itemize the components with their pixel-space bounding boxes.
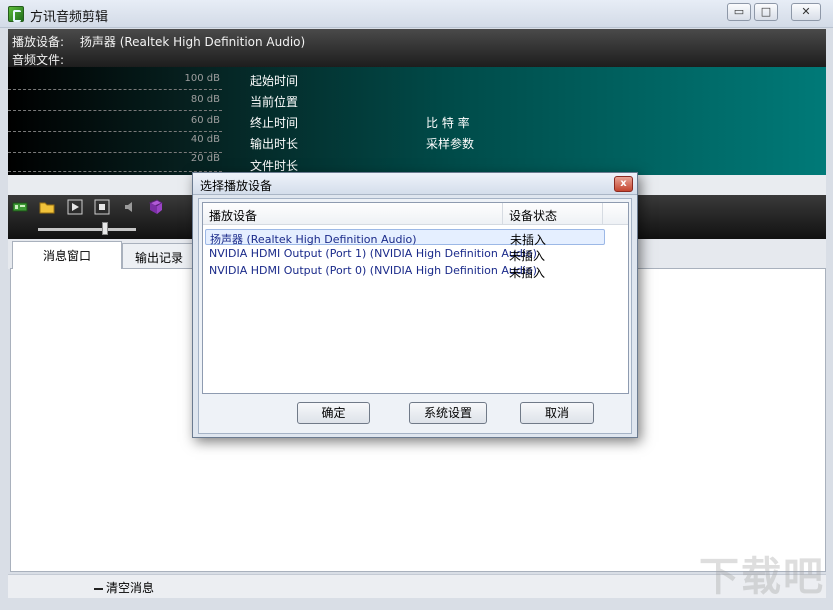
play-icon[interactable] [67,199,83,215]
sample-params-label: 采样参数 [426,137,475,151]
device-list-header: 播放设备 设备状态 [203,203,628,225]
column-status[interactable]: 设备状态 [509,207,557,224]
device-list[interactable]: 播放设备 设备状态 扬声器 (Realtek High Definition A… [202,202,629,394]
db-label: 20 dB [190,153,220,164]
device-name: NVIDIA HDMI Output (Port 0) (NVIDIA High… [209,264,537,277]
device-status: 未插入 [509,266,546,280]
device-row[interactable]: NVIDIA HDMI Output (Port 0) (NVIDIA High… [205,263,605,280]
select-device-dialog: 选择播放设备 x 播放设备 设备状态 扬声器 (Realtek High Def… [192,172,638,438]
device-icon[interactable] [12,199,28,215]
stop-icon[interactable] [94,199,110,215]
tab-output-log[interactable]: 输出记录 [122,243,202,269]
title-bar: 方讯音频剪辑 ▭ □ ✕ [0,0,833,28]
db-label: 40 dB [190,134,220,145]
start-time-label: 起始时间 [250,74,299,88]
cancel-button[interactable]: 取消 [520,402,594,424]
db-gridline [8,110,222,111]
db-label: 80 dB [190,94,220,105]
tab-messages[interactable]: 消息窗口 [12,241,122,269]
device-value: 扬声器 (Realtek High Definition Audio) [79,35,306,49]
maximize-button[interactable]: □ [754,3,778,21]
watermark-logo: 下载吧 [699,554,825,600]
current-position-label: 当前位置 [250,95,299,109]
db-gridline [8,171,222,172]
device-name: NVIDIA HDMI Output (Port 1) (NVIDIA High… [209,247,537,260]
dialog-title: 选择播放设备 [200,179,273,193]
device-row[interactable]: NVIDIA HDMI Output (Port 1) (NVIDIA High… [205,246,605,263]
volume-slider-thumb[interactable] [102,222,108,235]
folder-icon[interactable] [39,199,55,215]
device-name: 扬声器 (Realtek High Definition Audio) [210,233,417,246]
db-label: 100 dB [184,73,220,84]
minimize-button[interactable]: ▭ [727,3,751,21]
book-icon[interactable] [148,199,164,215]
dialog-body: 播放设备 设备状态 扬声器 (Realtek High Definition A… [198,198,632,434]
device-row: 播放设备: 扬声器 (Realtek High Definition Audio… [12,33,305,50]
device-info-bar: 播放设备: 扬声器 (Realtek High Definition Audio… [8,29,826,67]
device-label: 播放设备: [12,35,65,49]
column-separator [602,203,603,225]
bitrate-label: 比 特 率 [426,116,470,130]
dialog-close-button[interactable]: x [614,176,633,192]
clear-messages-button[interactable]: 清空消息 [94,579,154,596]
end-time-label: 终止时间 [250,116,299,130]
device-row[interactable]: 扬声器 (Realtek High Definition Audio) 未插入 [205,229,605,247]
volume-slider-track[interactable] [38,228,136,231]
db-gridline [8,131,222,132]
system-settings-button[interactable]: 系统设置 [409,402,487,424]
output-duration-label: 输出时长 [250,137,299,151]
dialog-title-bar: 选择播放设备 x [193,173,637,195]
close-button[interactable]: ✕ [791,3,821,21]
app-logo-icon [8,6,24,22]
volume-icon[interactable] [122,199,138,215]
file-label: 音频文件: [12,53,65,67]
device-status: 未插入 [509,249,546,263]
column-device[interactable]: 播放设备 [209,207,257,224]
db-gridline [8,89,222,90]
window-title: 方讯音频剪辑 [30,10,109,25]
column-separator [502,203,503,225]
db-label: 60 dB [190,115,220,126]
ok-button[interactable]: 确定 [297,402,370,424]
level-meter-panel: 100 dB 80 dB 60 dB 40 dB 20 dB 起始时间 当前位置… [8,67,826,175]
